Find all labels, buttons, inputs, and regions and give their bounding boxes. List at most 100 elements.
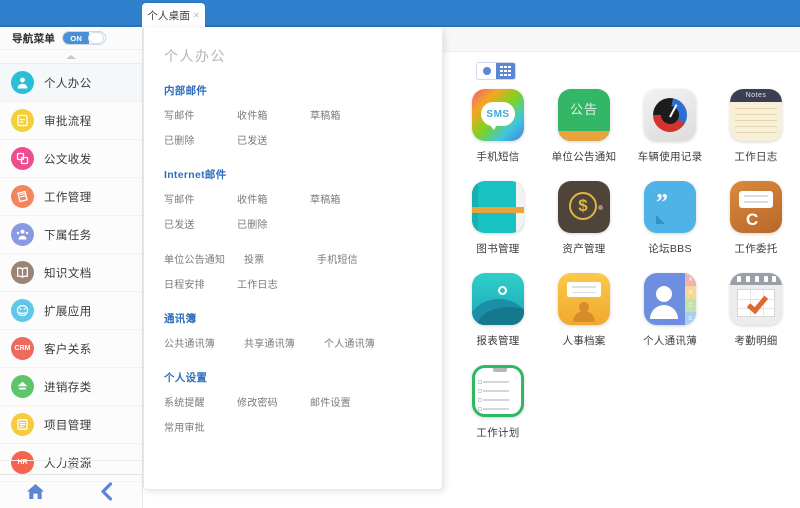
panel-link[interactable]: 已删除 xyxy=(237,216,310,231)
panel-group-title: 通讯簿 xyxy=(164,313,197,325)
asset-coin-icon: $ xyxy=(558,181,610,233)
sidebar-footer xyxy=(0,474,142,508)
sidebar-scroll-down[interactable] xyxy=(0,460,142,474)
panel-link[interactable]: 草稿箱 xyxy=(310,107,383,122)
sidebar-item-7[interactable]: 扩展应用 xyxy=(0,292,142,330)
panel-link[interactable]: 草稿箱 xyxy=(310,191,383,206)
forum-quote-icon: ” xyxy=(644,181,696,233)
panel-group-title: Internet邮件 xyxy=(164,169,227,181)
app-tile[interactable]: Notes 工作日志 xyxy=(713,89,799,181)
sidebar: 导航菜单 ON 个人办公审批流程公文收发工作管理下属任务 知识文档扩展应用 CRM 客… xyxy=(0,27,143,508)
panel-group-1: 内部邮件 写邮件 收件箱 草稿箱 已删除 已发送 xyxy=(164,83,422,157)
sidebar-item-4[interactable]: 工作管理 xyxy=(0,178,142,216)
panel-link-list: 单位公告通知 投票 手机短信日程安排 工作日志 xyxy=(164,251,422,301)
panel-link-list: 写邮件 收件箱 草稿箱已删除 已发送 xyxy=(164,107,422,157)
app-tile[interactable]: C 工作委托 xyxy=(713,181,799,273)
sidebar-item-1[interactable]: 个人办公 xyxy=(0,64,142,102)
sidebar-item-2[interactable]: 审批流程 xyxy=(0,102,142,140)
nav-menu-toggle-row: 导航菜单 ON xyxy=(0,27,142,50)
sidebar-item-10[interactable]: 项目管理 xyxy=(0,406,142,444)
panel-group-list: 内部邮件 写邮件 收件箱 草稿箱 已删除 已发送 Internet邮件 写邮件 收件箱 草稿箱 已发… xyxy=(164,83,422,444)
personal-office-dropdown-panel: 个人办公 内部邮件 写邮件 收件箱 草稿箱 已删除 已发送 Internet邮件 写邮件 收件箱… xyxy=(143,28,443,490)
project-management-icon xyxy=(11,413,34,436)
panel-link[interactable]: 手机短信 xyxy=(317,251,390,266)
panel-link[interactable]: 日程安排 xyxy=(164,276,237,291)
app-tile[interactable]: 车辆使用记录 xyxy=(627,89,713,181)
hr-file-icon xyxy=(558,273,610,325)
app-tile[interactable]: ” 论坛BBS xyxy=(627,181,713,273)
sidebar-item-3[interactable]: 公文收发 xyxy=(0,140,142,178)
book-icon xyxy=(472,181,524,233)
switch-state-label: ON xyxy=(70,33,83,43)
app-tile[interactable]: 人事档案 xyxy=(541,273,627,365)
report-wave-icon xyxy=(472,273,524,325)
sidebar-nav-list: 个人办公审批流程公文收发工作管理下属任务 知识文档扩展应用 CRM 客户关系进销存类项… xyxy=(0,64,142,482)
content-area: SMS 手机短信 公告 单位公告通知 车辆使用记录 Notes 工作日志 图书管理 $ 资产管理”… xyxy=(443,27,800,508)
sidebar-item-label: 审批流程 xyxy=(44,115,92,128)
view-mode-toggle[interactable] xyxy=(476,62,516,80)
panel-link[interactable]: 投票 xyxy=(244,251,317,266)
view-mode-list[interactable] xyxy=(477,63,496,79)
app-label: 考勤明细 xyxy=(734,335,778,347)
panel-link-list: 公共通讯簿 共享通讯簿 个人通讯簿 xyxy=(164,335,422,360)
back-button[interactable] xyxy=(71,482,142,501)
app-tile[interactable]: 公告 单位公告通知 xyxy=(541,89,627,181)
panel-link[interactable]: 常用审批 xyxy=(164,419,237,434)
sidebar-item-5[interactable]: 下属任务 xyxy=(0,216,142,254)
app-tile[interactable]: $ 资产管理 xyxy=(541,181,627,273)
app-tile[interactable]: 考勤明细 xyxy=(713,273,799,365)
panel-link[interactable]: 写邮件 xyxy=(164,107,237,122)
panel-link-list: 系统提醒 修改密码 邮件设置常用审批 xyxy=(164,394,422,444)
panel-group-title: 个人设置 xyxy=(164,372,208,384)
sidebar-item-label: 工作管理 xyxy=(44,191,92,204)
sidebar-item-8[interactable]: CRM 客户关系 xyxy=(0,330,142,368)
app-tile[interactable]: A B C D 个人通讯薄 xyxy=(627,273,713,365)
document-exchange-icon xyxy=(11,147,34,170)
panel-group-4: 通讯簿公共通讯簿 共享通讯簿 个人通讯簿 xyxy=(164,311,422,360)
panel-link[interactable]: 修改密码 xyxy=(237,394,310,409)
panel-link[interactable]: 共享通讯簿 xyxy=(244,335,324,350)
sidebar-item-label: 客户关系 xyxy=(44,343,92,356)
app-tile[interactable]: 图书管理 xyxy=(455,181,541,273)
app-tile[interactable]: SMS 手机短信 xyxy=(455,89,541,181)
panel-group-2: Internet邮件 写邮件 收件箱 草稿箱已发送 已删除 xyxy=(164,167,422,241)
panel-link[interactable]: 邮件设置 xyxy=(310,394,383,409)
panel-link[interactable]: 单位公告通知 xyxy=(164,251,244,266)
sidebar-item-label: 扩展应用 xyxy=(44,305,92,318)
contacts-icon: ABCD xyxy=(644,273,696,325)
tab-label: 个人桌面 xyxy=(147,10,191,22)
tab-personal-desktop[interactable]: 个人桌面 ✕ xyxy=(142,3,205,28)
app-label: 图书管理 xyxy=(476,243,520,255)
sidebar-scroll-up[interactable] xyxy=(0,50,142,64)
knowledge-book-icon xyxy=(11,261,34,284)
sidebar-item-6[interactable]: 知识文档 xyxy=(0,254,142,292)
chevron-left-icon xyxy=(101,482,113,501)
panel-link-list: 写邮件 收件箱 草稿箱已发送 已删除 xyxy=(164,191,422,241)
panel-link[interactable]: 写邮件 xyxy=(164,191,237,206)
sidebar-item-9[interactable]: 进销存类 xyxy=(0,368,142,406)
app-tile[interactable]: 报表管理 xyxy=(455,273,541,365)
panel-link[interactable]: 个人通讯簿 xyxy=(324,335,404,350)
subordinate-task-icon xyxy=(11,223,34,246)
panel-link[interactable]: 收件箱 xyxy=(237,191,310,206)
nav-menu-switch[interactable]: ON xyxy=(62,31,107,45)
panel-link[interactable]: 已删除 xyxy=(164,132,237,147)
close-icon[interactable]: ✕ xyxy=(192,11,200,20)
chevron-down-icon xyxy=(66,465,76,470)
panel-link[interactable]: 已发送 xyxy=(237,132,310,147)
panel-link[interactable]: 公共通讯簿 xyxy=(164,335,244,350)
panel-link[interactable]: 工作日志 xyxy=(237,276,310,291)
panel-group-5: 个人设置系统提醒 修改密码 邮件设置常用审批 xyxy=(164,370,422,444)
sidebar-item-label: 个人办公 xyxy=(44,77,92,90)
sidebar-item-label: 进销存类 xyxy=(44,381,92,394)
switch-knob[interactable] xyxy=(88,32,105,44)
app-tile[interactable]: 工作计划 xyxy=(455,365,541,457)
panel-link[interactable]: 收件箱 xyxy=(237,107,310,122)
app-label: 论坛BBS xyxy=(648,243,692,255)
panel-link[interactable]: 已发送 xyxy=(164,216,237,231)
app-grid: SMS 手机短信 公告 单位公告通知 车辆使用记录 Notes 工作日志 图书管理 $ 资产管理”… xyxy=(455,89,800,457)
switch-on-track: ON xyxy=(63,32,90,44)
view-mode-grid[interactable] xyxy=(496,63,515,79)
home-button[interactable] xyxy=(0,483,71,500)
panel-link[interactable]: 系统提醒 xyxy=(164,394,237,409)
